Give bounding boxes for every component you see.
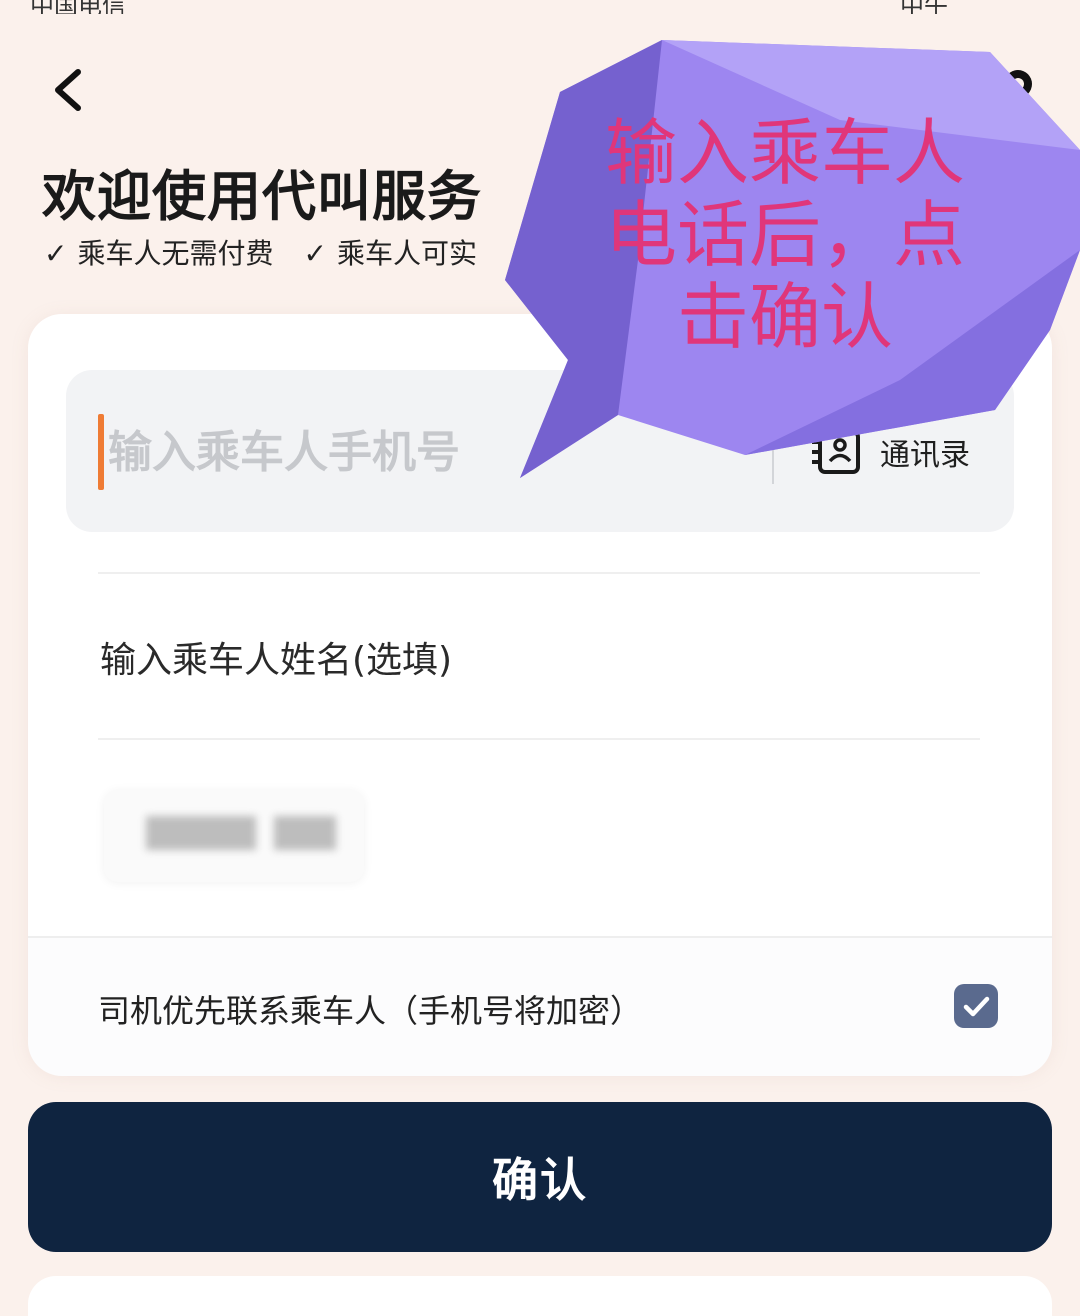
perks-list: ✓ 乘车人无需付费 ✓ 乘车人可实	[44, 232, 477, 272]
perk-text: 乘车人可实	[336, 237, 477, 270]
redacted-contact	[146, 816, 336, 850]
status-time: 中午	[900, 0, 948, 14]
passenger-name-input[interactable]	[98, 614, 962, 706]
perk-item: ✓ 乘车人可实	[303, 232, 476, 272]
chevron-left-icon	[55, 69, 81, 111]
settings-button[interactable]	[998, 64, 1038, 104]
phone-input-box: 通讯录	[66, 370, 1014, 532]
annotation-line: 输入乘车人	[604, 111, 965, 195]
check-icon: ✓	[303, 237, 327, 270]
status-bar: 中国电信 中午	[0, 0, 1080, 14]
passenger-phone-input[interactable]	[100, 410, 728, 494]
recent-passenger-chip[interactable]	[104, 790, 364, 882]
priority-contact-label: 司机优先联系乘车人（手机号将加密）	[98, 992, 643, 1030]
next-card-edge	[28, 1276, 1052, 1316]
divider	[98, 572, 980, 574]
back-button[interactable]	[46, 62, 96, 118]
gear-icon	[1004, 70, 1032, 98]
annotation-line: 电话后，点	[604, 193, 965, 277]
contacts-book-icon	[812, 430, 860, 474]
perk-item: ✓ 乘车人无需付费	[44, 232, 273, 272]
confirm-button[interactable]: 确认	[28, 1102, 1052, 1252]
carrier-label: 中国电信	[30, 0, 126, 14]
divider	[98, 738, 980, 740]
priority-contact-checkbox[interactable]	[954, 984, 998, 1028]
page-title: 欢迎使用代叫服务	[42, 165, 482, 228]
divider	[772, 418, 774, 484]
check-icon: ✓	[44, 237, 68, 270]
passenger-form-card: 通讯录 司机优先联系乘车人（手机号将加密）	[28, 314, 1052, 1076]
contacts-label: 通讯录	[880, 438, 970, 473]
checkmark-icon	[963, 996, 990, 1017]
perk-text: 乘车人无需付费	[77, 237, 274, 270]
priority-contact-row: 司机优先联系乘车人（手机号将加密）	[28, 936, 1052, 1076]
contacts-button[interactable]: 通讯录	[808, 428, 970, 476]
